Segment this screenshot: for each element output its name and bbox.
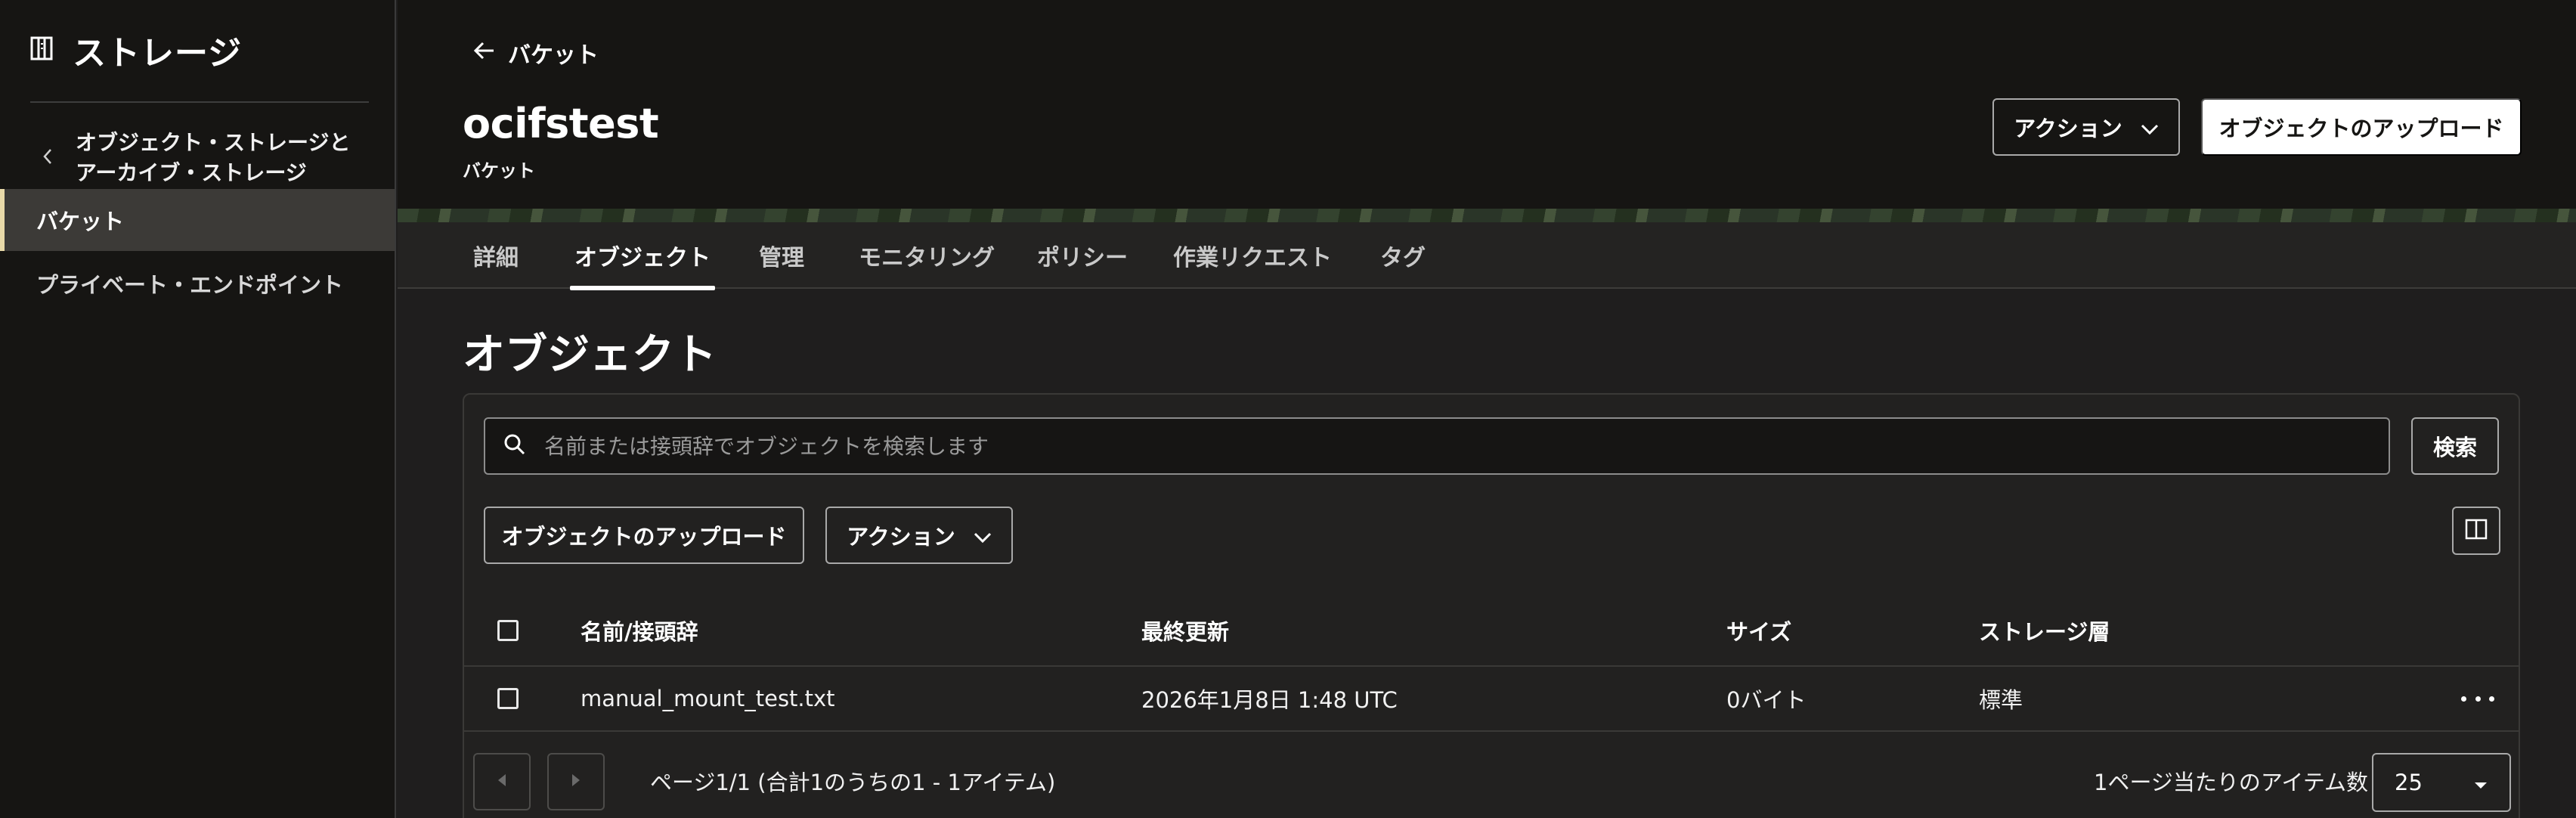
- table-divider: [464, 665, 2519, 667]
- back-to-buckets-link[interactable]: バケット: [473, 36, 599, 70]
- header-actions-button[interactable]: アクション: [1992, 98, 2180, 156]
- tab-tags[interactable]: タグ: [1380, 222, 1426, 289]
- tab-bar: 詳細 オブジェクト 管理 モニタリング ポリシー 作業リクエスト タグ: [398, 222, 2576, 290]
- page-subtitle: バケット: [463, 160, 535, 181]
- caret-down-icon: [2473, 770, 2488, 795]
- object-storage-tier: 標準: [1979, 687, 2023, 713]
- chevron-down-icon: [2141, 114, 2159, 140]
- sidebar-header: ストレージ: [30, 30, 242, 73]
- search-icon: [503, 433, 526, 459]
- triangle-right-icon: [571, 773, 581, 790]
- sidebar-back-label: オブジェクト・ストレージと アーカイブ・ストレージ: [76, 130, 351, 185]
- sidebar-back-link[interactable]: オブジェクト・ストレージと アーカイブ・ストレージ: [42, 127, 375, 189]
- next-page-button[interactable]: [547, 753, 605, 810]
- triangle-left-icon: [497, 773, 507, 790]
- header-upload-button[interactable]: オブジェクトのアップロード: [2201, 98, 2522, 156]
- chevron-down-icon: [974, 522, 992, 548]
- page-title: ocifstest: [463, 100, 659, 147]
- tab-management[interactable]: 管理: [759, 222, 804, 289]
- object-last-modified: 2026年1月8日 1:48 UTC: [1141, 687, 1398, 713]
- previous-page-button[interactable]: [473, 753, 531, 810]
- tab-work-requests[interactable]: 作業リクエスト: [1173, 222, 1332, 289]
- tab-monitoring[interactable]: モニタリング: [859, 222, 995, 289]
- search-input[interactable]: [544, 433, 2389, 459]
- storage-icon: [30, 36, 53, 64]
- items-per-page-select[interactable]: 25: [2372, 753, 2511, 812]
- tab-details[interactable]: 詳細: [473, 222, 519, 289]
- search-box: [484, 417, 2390, 475]
- arrow-left-icon: [473, 40, 496, 67]
- row-checkbox[interactable]: [497, 688, 519, 709]
- table-divider: [464, 730, 2519, 732]
- object-size: 0バイト: [1726, 687, 1807, 713]
- sidebar-title: ストレージ: [73, 34, 243, 73]
- sidebar-item-label: プライベート・エンドポイント: [36, 272, 344, 298]
- column-header-storage-tier[interactable]: ストレージ層: [1979, 609, 2110, 652]
- object-name[interactable]: manual_mount_test.txt: [581, 679, 835, 718]
- chevron-left-icon: [42, 147, 53, 169]
- column-header-name[interactable]: 名前/接頭辞: [581, 609, 698, 652]
- search-button[interactable]: 検索: [2411, 417, 2499, 475]
- pagination-summary: ページ1/1 (合計1のうちの1 - 1アイテム): [650, 770, 1056, 795]
- row-actions-menu-icon[interactable]: [2461, 685, 2494, 712]
- select-all-checkbox[interactable]: [497, 620, 519, 641]
- sidebar-item-private-endpoints[interactable]: プライベート・エンドポイント: [0, 253, 395, 314]
- tab-objects[interactable]: オブジェクト: [570, 222, 715, 290]
- objects-actions-button[interactable]: アクション: [825, 507, 1013, 564]
- column-settings-button[interactable]: [2452, 507, 2500, 555]
- section-title: オブジェクト: [463, 330, 717, 380]
- upload-object-button[interactable]: オブジェクトのアップロード: [484, 507, 804, 564]
- sidebar-item-buckets[interactable]: バケット: [0, 189, 395, 251]
- sidebar-divider: [30, 101, 369, 103]
- column-header-last-modified[interactable]: 最終更新: [1141, 609, 1229, 652]
- column-header-size[interactable]: サイズ: [1726, 609, 1791, 652]
- sidebar: ストレージ オブジェクト・ストレージと アーカイブ・ストレージ バケット プライ…: [0, 0, 396, 818]
- sidebar-item-label: バケット: [36, 209, 125, 234]
- columns-icon: [2465, 519, 2488, 543]
- header-banner-decoration: [398, 209, 2576, 222]
- back-link-label: バケット: [508, 42, 599, 69]
- items-per-page-value: 25: [2395, 770, 2423, 795]
- items-per-page-label: 1ページ当たりのアイテム数: [2094, 770, 2368, 795]
- objects-actions-label: アクション: [847, 524, 955, 550]
- header-actions-label: アクション: [2014, 116, 2122, 141]
- tab-policy[interactable]: ポリシー: [1037, 222, 1128, 289]
